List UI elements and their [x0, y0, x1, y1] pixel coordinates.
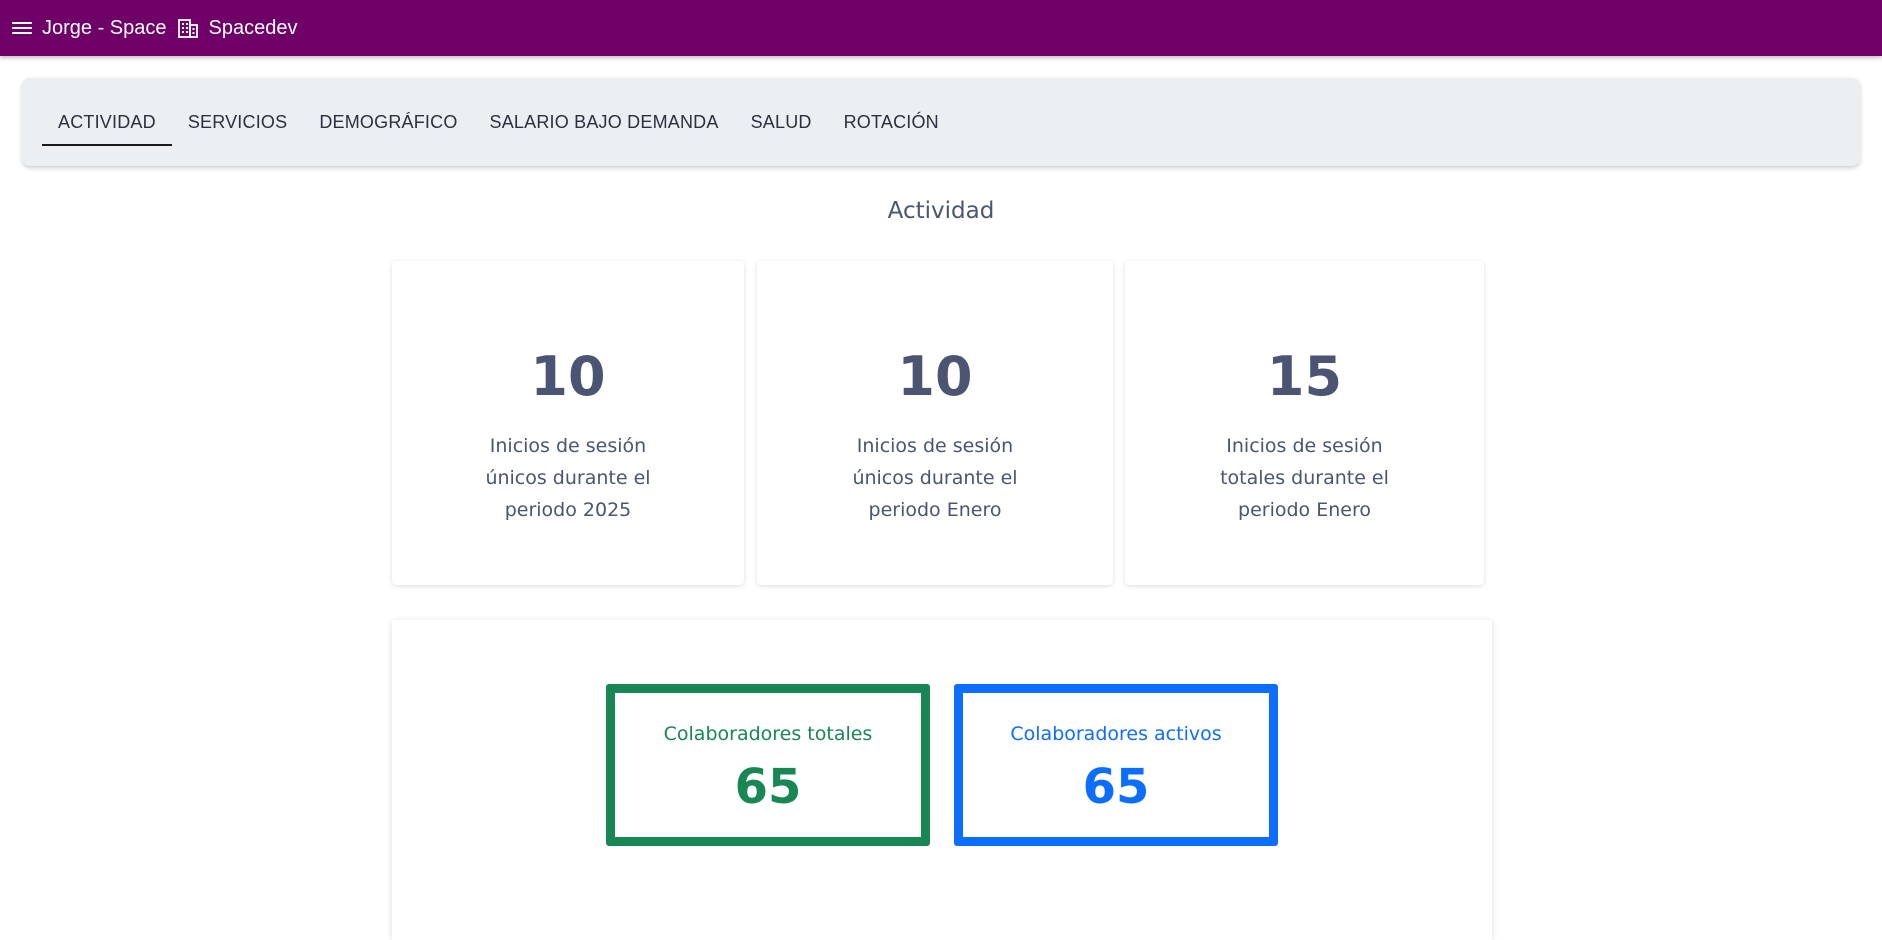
- stat-value: 15: [1266, 345, 1343, 408]
- tab-demografico[interactable]: DEMOGRÁFICO: [303, 78, 473, 166]
- tab-salud[interactable]: SALUD: [735, 78, 828, 166]
- active-collaborators-value: 65: [1082, 759, 1150, 815]
- stat-card-unique-logins-year: 10 Inicios de sesión únicos durante el p…: [392, 261, 744, 585]
- collaborators-panel: [392, 620, 1492, 940]
- stat-label: Inicios de sesión únicos durante el peri…: [485, 435, 651, 521]
- active-collaborators-label: Colaboradores activos: [1010, 723, 1222, 745]
- stat-value: 10: [530, 345, 606, 408]
- stat-label: Inicios de sesión totales durante el per…: [1220, 435, 1389, 521]
- tab-salario-bajo-demanda[interactable]: SALARIO BAJO DEMANDA: [474, 78, 735, 166]
- stat-card-total-logins-month: 15 Inicios de sesión totales durante el …: [1125, 261, 1484, 585]
- tabs-list: ACTIVIDAD SERVICIOS DEMOGRÁFICO SALARIO …: [42, 78, 955, 166]
- stat-card-unique-logins-month: 10 Inicios de sesión únicos durante el p…: [757, 261, 1113, 585]
- total-collaborators-box: Colaboradores totales 65: [606, 684, 930, 846]
- company-name[interactable]: Spacedev: [209, 17, 298, 40]
- menu-icon[interactable]: [12, 20, 32, 36]
- tab-actividad[interactable]: ACTIVIDAD: [42, 78, 172, 166]
- total-collaborators-label: Colaboradores totales: [663, 723, 873, 745]
- section-title: Actividad: [887, 198, 995, 224]
- tab-servicios[interactable]: SERVICIOS: [172, 78, 304, 166]
- tabs-bar: ACTIVIDAD SERVICIOS DEMOGRÁFICO SALARIO …: [22, 78, 1860, 166]
- stat-value: 10: [897, 345, 973, 408]
- active-collaborators-box: Colaboradores activos 65: [954, 684, 1278, 846]
- stat-label: Inicios de sesión únicos durante el peri…: [852, 435, 1018, 521]
- tab-rotacion[interactable]: ROTACIÓN: [828, 78, 955, 166]
- top-app-bar: Jorge - Space Spacedev: [0, 0, 1882, 56]
- building-icon: [177, 17, 199, 39]
- user-name: Jorge - Space: [42, 16, 167, 39]
- total-collaborators-value: 65: [734, 759, 802, 815]
